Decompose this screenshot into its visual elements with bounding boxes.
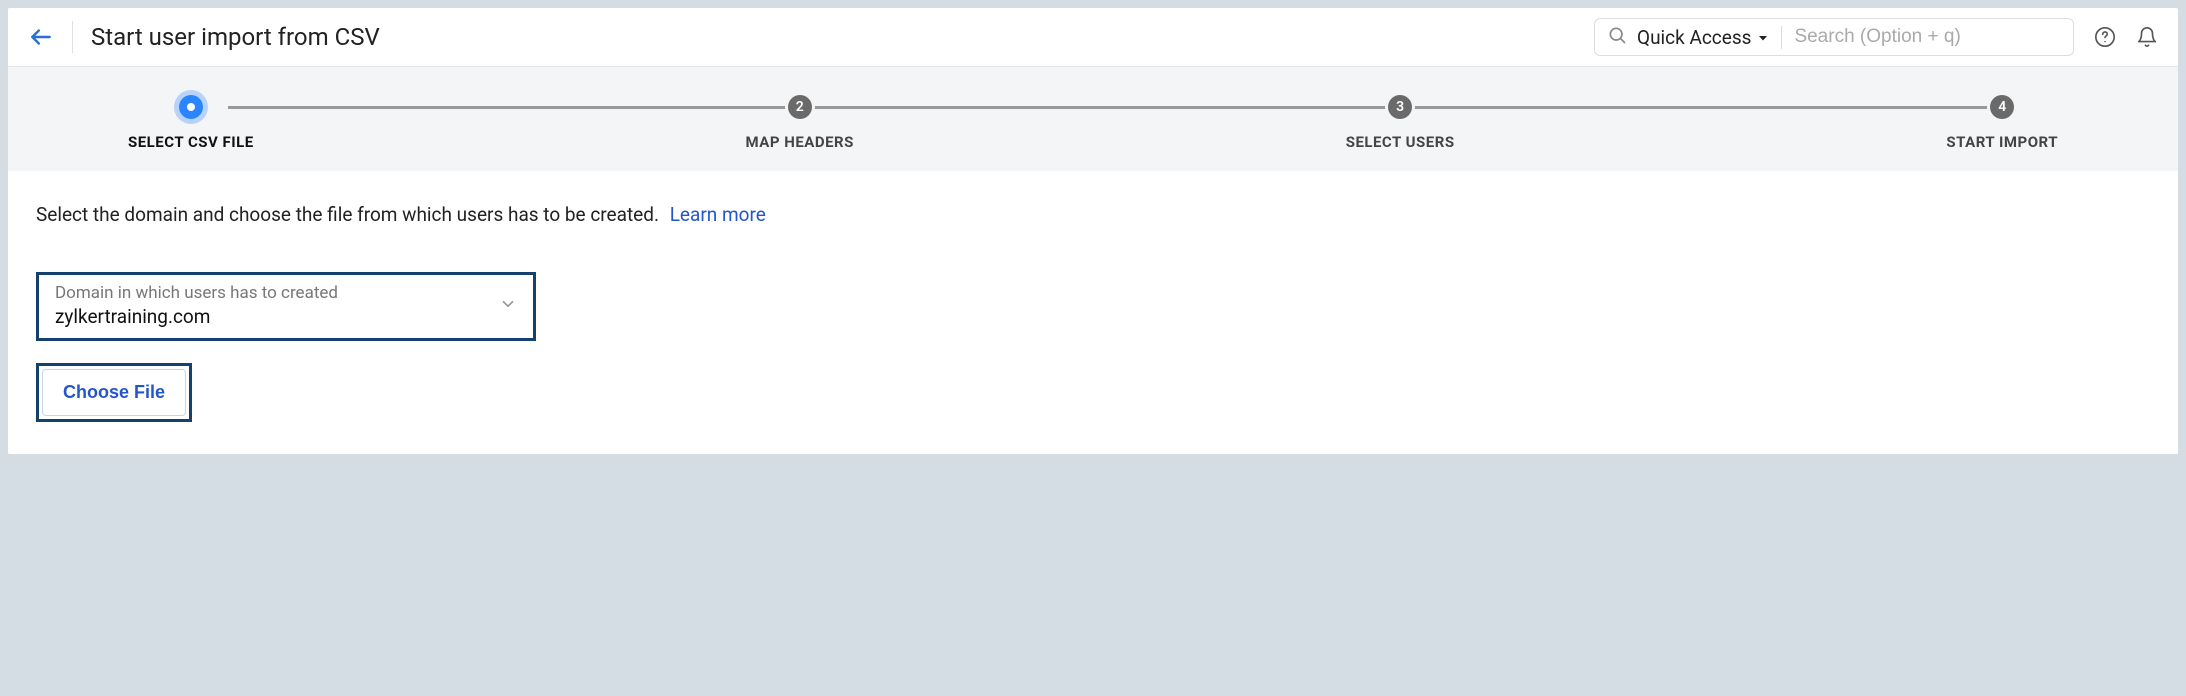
step-circle-2: 2 bbox=[788, 95, 812, 119]
choose-file-button[interactable]: Choose File bbox=[42, 369, 186, 416]
step-select-users[interactable]: 3 SELECT USERS bbox=[1346, 95, 1455, 151]
step-map-headers[interactable]: 2 MAP HEADERS bbox=[746, 95, 854, 151]
quick-access-dropdown[interactable]: Quick Access bbox=[1637, 26, 1782, 49]
search-icon bbox=[1607, 25, 1627, 49]
step-select-csv[interactable]: SELECT CSV FILE bbox=[128, 95, 254, 151]
step-circle-1 bbox=[179, 95, 203, 119]
notifications-button[interactable] bbox=[2136, 26, 2158, 48]
top-bar: Start user import from CSV Quick Access bbox=[8, 8, 2178, 67]
help-icon bbox=[2094, 26, 2116, 48]
content-area: Select the domain and choose the file fr… bbox=[8, 171, 2178, 454]
quick-access-label: Quick Access bbox=[1637, 26, 1751, 49]
choose-file-highlight: Choose File bbox=[36, 363, 192, 422]
search-box: Quick Access bbox=[1594, 18, 2074, 56]
domain-select-value: zylkertraining.com bbox=[55, 305, 338, 328]
bell-icon bbox=[2136, 26, 2158, 48]
step-label-2: MAP HEADERS bbox=[746, 133, 854, 151]
step-label-3: SELECT USERS bbox=[1346, 133, 1455, 151]
step-circle-4: 4 bbox=[1990, 95, 2014, 119]
chevron-down-icon bbox=[499, 295, 517, 317]
domain-select-label: Domain in which users has to created bbox=[55, 283, 338, 303]
stepper-line bbox=[228, 106, 1998, 109]
step-start-import[interactable]: 4 START IMPORT bbox=[1946, 95, 2058, 151]
step-label-4: START IMPORT bbox=[1946, 133, 2058, 151]
page-title: Start user import from CSV bbox=[91, 23, 380, 51]
help-button[interactable] bbox=[2094, 26, 2116, 48]
stepper-bar: SELECT CSV FILE 2 MAP HEADERS 3 SELECT U… bbox=[8, 67, 2178, 171]
step-label-1: SELECT CSV FILE bbox=[128, 133, 254, 151]
instruction-text: Select the domain and choose the file fr… bbox=[36, 203, 2150, 226]
step-circle-3: 3 bbox=[1388, 95, 1412, 119]
domain-select[interactable]: Domain in which users has to created zyl… bbox=[36, 272, 536, 341]
instruction-body: Select the domain and choose the file fr… bbox=[36, 203, 659, 226]
back-button[interactable] bbox=[28, 21, 73, 53]
learn-more-link[interactable]: Learn more bbox=[670, 203, 766, 226]
search-input[interactable] bbox=[1794, 26, 2061, 48]
arrow-left-icon bbox=[28, 24, 54, 50]
caret-down-icon bbox=[1757, 26, 1769, 49]
